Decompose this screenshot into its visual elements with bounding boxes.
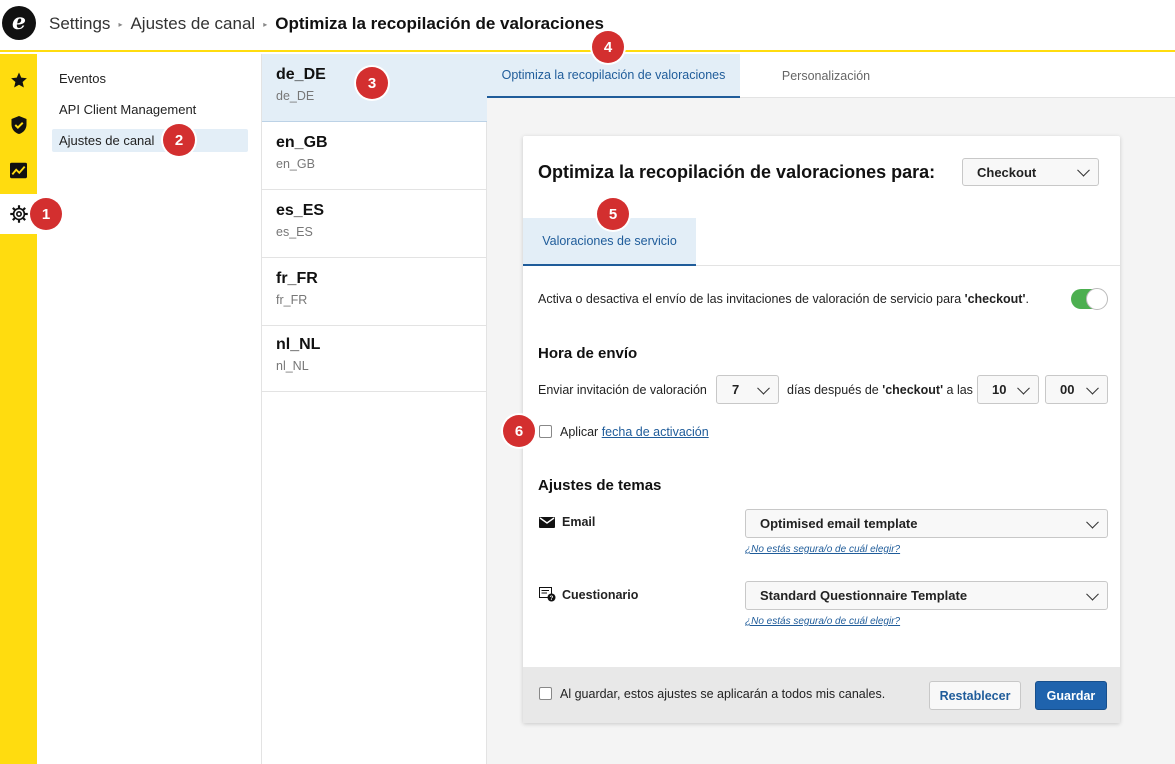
step-marker-4: 4 bbox=[592, 31, 624, 63]
breadcrumb-current: Optimiza la recopilación de valoraciones bbox=[275, 14, 604, 33]
top-bar: e Settings ▸ Ajustes de canal ▸ Optimiza… bbox=[0, 0, 1175, 52]
trustedshops-logo-icon[interactable]: e bbox=[2, 6, 36, 40]
hour-select[interactable]: 10 bbox=[977, 375, 1039, 404]
breadcrumb-channel-settings[interactable]: Ajustes de canal bbox=[130, 14, 255, 34]
channel-item-en-gb[interactable]: en_GB en_GB bbox=[262, 122, 487, 190]
activation-date-link[interactable]: fecha de activación bbox=[602, 425, 709, 439]
apply-all-checkbox[interactable] bbox=[539, 687, 552, 700]
toggle-description-end: . bbox=[1025, 292, 1029, 306]
channel-title: en_GB bbox=[276, 134, 328, 151]
chevron-down-icon bbox=[757, 381, 770, 395]
toggle-description-text: Activa o desactiva el envío de las invit… bbox=[538, 292, 965, 306]
toggle-description: Activa o desactiva el envío de las invit… bbox=[538, 292, 1029, 306]
send-middle-trigger: 'checkout' bbox=[882, 383, 944, 397]
subnav-item-api-client[interactable]: API Client Management bbox=[52, 98, 248, 121]
days-select[interactable]: 7 bbox=[716, 375, 779, 404]
send-middle-before: días después de bbox=[787, 383, 883, 397]
email-label: Email bbox=[539, 515, 595, 529]
channel-title: nl_NL bbox=[276, 336, 321, 353]
minute-select-value: 00 bbox=[1060, 382, 1075, 397]
settings-subnav: Eventos API Client Management Ajustes de… bbox=[37, 54, 262, 764]
channel-subtitle: es_ES bbox=[276, 225, 313, 239]
activation-label-text: Aplicar bbox=[560, 425, 602, 439]
email-template-value: Optimised email template bbox=[760, 516, 918, 531]
step-marker-1: 1 bbox=[30, 198, 62, 230]
channel-subtitle: en_GB bbox=[276, 157, 315, 171]
subnav-item-channel-settings[interactable]: Ajustes de canal bbox=[52, 129, 248, 152]
main-tabs: Optimiza la recopilación de valoraciones… bbox=[487, 54, 1175, 98]
channel-item-es-es[interactable]: es_ES es_ES bbox=[262, 190, 487, 258]
minute-select[interactable]: 00 bbox=[1045, 375, 1108, 404]
send-middle-after: a las bbox=[943, 383, 973, 397]
rail-reviews[interactable] bbox=[0, 60, 37, 100]
chevron-down-icon bbox=[1086, 587, 1099, 601]
channel-item-fr-fr[interactable]: fr_FR fr_FR bbox=[262, 258, 487, 326]
email-template-select[interactable]: Optimised email template bbox=[745, 509, 1108, 538]
days-select-value: 7 bbox=[732, 382, 740, 397]
channel-subtitle: nl_NL bbox=[276, 359, 309, 373]
themes-title: Ajustes de temas bbox=[538, 477, 662, 494]
card-footer: Al guardar, estos ajustes se aplicarán a… bbox=[523, 667, 1120, 723]
questionnaire-label-text: Cuestionario bbox=[562, 587, 639, 602]
breadcrumb-separator-icon: ▸ bbox=[118, 19, 123, 29]
rail-analytics[interactable] bbox=[0, 150, 37, 190]
svg-text:?: ? bbox=[550, 596, 554, 602]
channel-title: fr_FR bbox=[276, 270, 318, 287]
breadcrumb-settings[interactable]: Settings bbox=[49, 14, 110, 34]
step-marker-2: 2 bbox=[163, 124, 195, 156]
apply-all-label: Al guardar, estos ajustes se aplicarán a… bbox=[560, 687, 886, 701]
main-content: Optimiza la recopilación de valoraciones… bbox=[487, 54, 1175, 764]
star-icon bbox=[10, 72, 27, 88]
toggle-knob bbox=[1086, 288, 1108, 310]
subnav-item-events[interactable]: Eventos bbox=[52, 67, 248, 90]
chevron-down-icon bbox=[1086, 381, 1099, 395]
send-middle-text: días después de 'checkout' a las bbox=[787, 383, 973, 397]
send-label: Enviar invitación de valoración bbox=[538, 383, 707, 397]
gear-icon bbox=[9, 205, 28, 223]
envelope-icon bbox=[539, 516, 555, 528]
channel-item-nl-nl[interactable]: nl_NL nl_NL bbox=[262, 324, 487, 392]
trigger-select[interactable]: Checkout bbox=[962, 158, 1099, 186]
shield-check-icon bbox=[11, 116, 26, 134]
service-review-toggle[interactable] bbox=[1071, 288, 1108, 310]
breadcrumb: Settings ▸ Ajustes de canal ▸ Optimiza l… bbox=[49, 14, 604, 34]
questionnaire-help-link[interactable]: ¿No estás segura/o de cuál elegir? bbox=[745, 616, 900, 627]
send-time-title: Hora de envío bbox=[538, 345, 638, 362]
activation-date-checkbox[interactable] bbox=[539, 425, 552, 438]
trigger-select-value: Checkout bbox=[977, 164, 1037, 180]
analytics-icon bbox=[10, 162, 27, 178]
save-button[interactable]: Guardar bbox=[1035, 681, 1107, 710]
step-marker-6: 6 bbox=[503, 415, 535, 447]
channel-list: de_DE de_DE en_GB en_GB es_ES es_ES fr_F… bbox=[262, 54, 487, 764]
step-marker-5: 5 bbox=[597, 198, 629, 230]
step-marker-3: 3 bbox=[356, 67, 388, 99]
tab-personalization[interactable]: Personalización bbox=[740, 54, 912, 98]
rail-trustmark[interactable] bbox=[0, 105, 37, 145]
activation-date-label: Aplicar fecha de activación bbox=[560, 425, 709, 439]
questionnaire-template-select[interactable]: Standard Questionnaire Template bbox=[745, 581, 1108, 610]
chevron-down-icon bbox=[1017, 381, 1030, 395]
toggle-description-trigger: 'checkout' bbox=[964, 292, 1026, 306]
email-help-link[interactable]: ¿No estás segura/o de cuál elegir? bbox=[745, 544, 900, 555]
questionnaire-template-value: Standard Questionnaire Template bbox=[760, 588, 968, 603]
reset-button[interactable]: Restablecer bbox=[929, 681, 1021, 710]
icon-rail bbox=[0, 54, 37, 764]
questionnaire-icon: ? bbox=[539, 587, 556, 602]
hour-select-value: 10 bbox=[992, 382, 1007, 397]
chevron-down-icon bbox=[1077, 163, 1090, 177]
card-title: Optimiza la recopilación de valoraciones… bbox=[538, 162, 936, 182]
email-label-text: Email bbox=[562, 515, 596, 529]
breadcrumb-separator-icon: ▸ bbox=[263, 19, 268, 29]
questionnaire-label: ? Cuestionario bbox=[539, 587, 638, 602]
channel-subtitle: fr_FR bbox=[276, 293, 308, 307]
chevron-down-icon bbox=[1086, 515, 1099, 529]
channel-title: es_ES bbox=[276, 202, 325, 219]
